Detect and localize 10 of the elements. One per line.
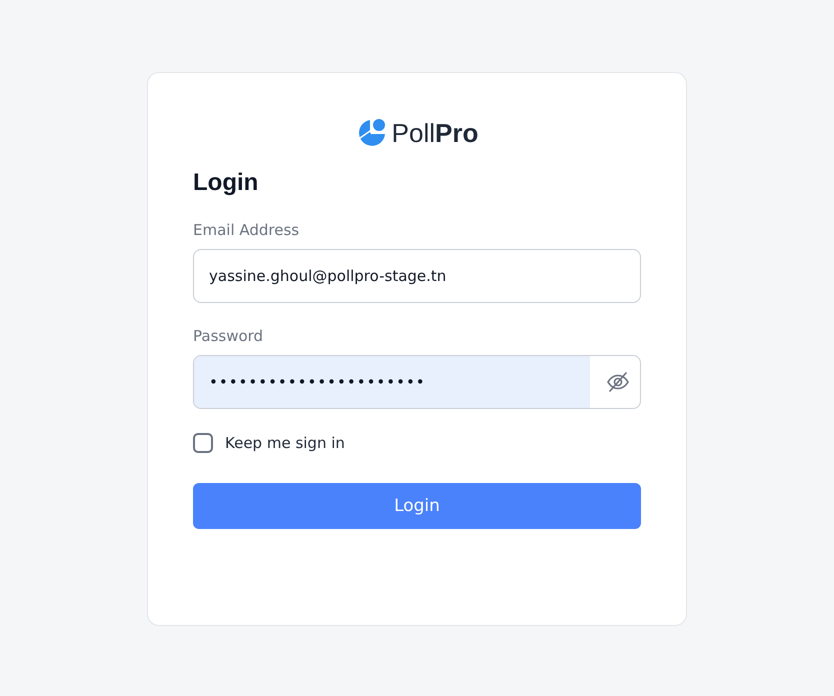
email-field[interactable]: yassine.ghoul@pollpro-stage.tn <box>193 249 641 303</box>
password-field[interactable]: •••••••••••••••••••••• <box>193 355 641 409</box>
eye-slash-icon[interactable] <box>606 370 630 394</box>
login-button[interactable]: Login <box>193 483 641 529</box>
login-heading: Login <box>193 169 260 197</box>
field-label: Email Address <box>193 221 300 239</box>
checkbox[interactable] <box>193 433 213 453</box>
checkbox-label[interactable]: Keep me sign in <box>225 434 345 452</box>
logo-text: PollPro <box>392 118 478 148</box>
field-label: Password <box>193 327 264 345</box>
